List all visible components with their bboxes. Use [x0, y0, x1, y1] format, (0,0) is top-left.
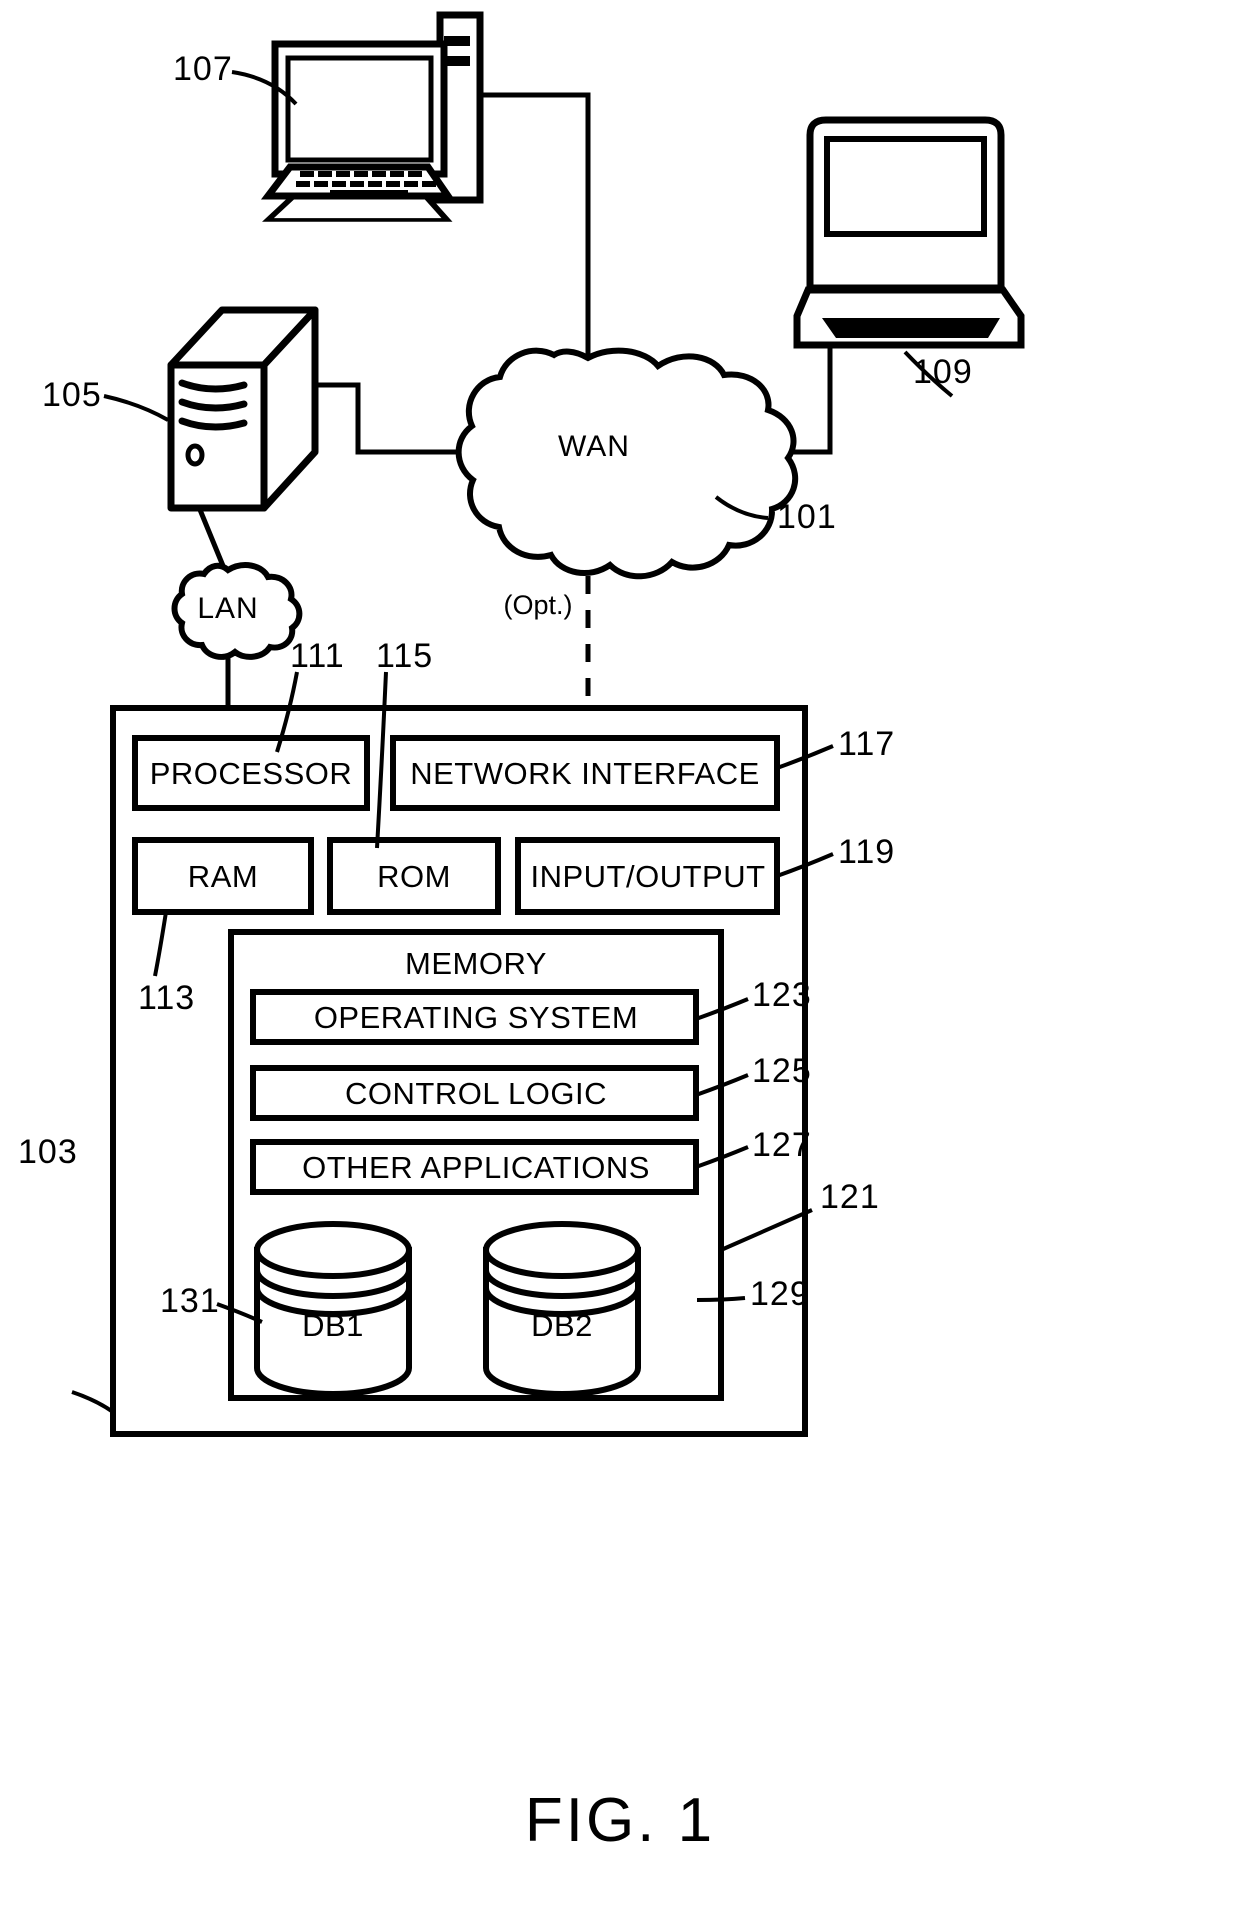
server-power-led: [185, 443, 205, 467]
ref-number-129: 129: [750, 1275, 810, 1313]
ref-number-111: 111: [290, 637, 345, 675]
ref-number-115: 115: [376, 637, 434, 675]
processor-label: PROCESSOR: [149, 756, 353, 791]
ref-number-121: 121: [820, 1178, 880, 1216]
ref-number-113: 113: [138, 979, 196, 1017]
ref-number-123: 123: [752, 976, 812, 1014]
lan-cloud-label: LAN: [197, 592, 259, 625]
rom-label: ROM: [377, 859, 451, 894]
laptop-computer-icon: [793, 116, 1025, 349]
ref-number-107: 107: [173, 50, 233, 88]
ref-number-127: 127: [752, 1126, 812, 1164]
ref-number-131: 131: [160, 1282, 220, 1320]
control-logic-label: CONTROL LOGIC: [345, 1076, 607, 1111]
input-output-label: INPUT/OUTPUT: [530, 859, 766, 894]
figure-drawing-canvas: [71, 11, 1025, 1437]
db1-label: DB1: [302, 1308, 364, 1343]
wan-cloud-shape: [455, 347, 799, 580]
leader-103: [71, 1390, 115, 1414]
leader-129: [696, 1296, 746, 1302]
memory-label: MEMORY: [405, 946, 547, 981]
link-desktop-to-wan: [480, 92, 591, 360]
patent-figure: 107 109 105 WAN 101 LAN (Opt.) 103 PROCE…: [0, 0, 1240, 1913]
ref-number-109: 109: [913, 353, 973, 391]
ref-number-103: 103: [18, 1133, 78, 1171]
ref-number-117: 117: [838, 725, 896, 763]
desktop-computer-icon: [260, 11, 484, 222]
ref-number-119: 119: [838, 833, 896, 871]
other-applications-label: OTHER APPLICATIONS: [302, 1150, 650, 1185]
ram-label: RAM: [187, 859, 259, 894]
ref-number-101: 101: [777, 498, 837, 536]
wan-cloud-label: WAN: [558, 430, 630, 463]
ref-number-105: 105: [42, 376, 102, 414]
optional-link-label: (Opt.): [503, 590, 573, 620]
operating-system-label: OPERATING SYSTEM: [313, 1000, 639, 1035]
ref-number-125: 125: [752, 1052, 812, 1090]
network-interface-label: NETWORK INTERFACE: [410, 756, 760, 791]
server-tower-icon: [167, 306, 319, 512]
leader-105: [103, 394, 169, 422]
laptop-keyboard: [822, 318, 1000, 338]
figure-caption: FIG. 1: [524, 1786, 716, 1855]
db2-label: DB2: [531, 1308, 593, 1343]
